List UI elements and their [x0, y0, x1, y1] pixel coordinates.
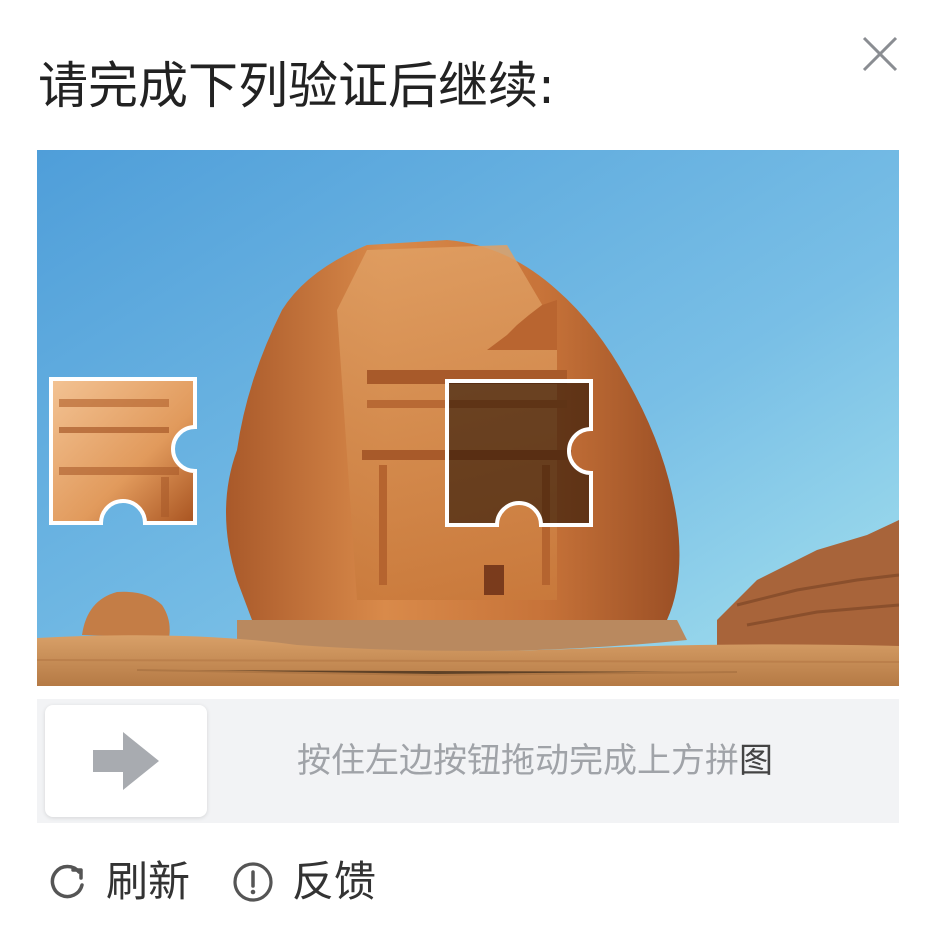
captcha-footer: 刷新 反馈: [46, 852, 418, 912]
slider-handle[interactable]: [45, 705, 207, 817]
refresh-icon: [50, 864, 84, 899]
refresh-label: 刷新: [106, 857, 191, 906]
puzzle-target-slot: [445, 379, 593, 527]
arrow-right-icon: [93, 732, 159, 790]
refresh-button[interactable]: 刷新: [46, 856, 190, 908]
slider-hint-text: 按住左边按钮拖动完成上方拼图: [297, 739, 773, 783]
close-icon[interactable]: [858, 32, 902, 76]
slider-hint-last-char: 图: [739, 741, 773, 781]
puzzle-piece[interactable]: [49, 377, 197, 525]
slider-hint-main: 按住左边按钮拖动完成上方拼: [297, 741, 739, 781]
slider-track: 按住左边按钮拖动完成上方拼图: [37, 699, 899, 823]
info-circle-icon: [233, 862, 273, 902]
feedback-label: 反馈: [292, 857, 377, 906]
dialog-title: 请完成下列验证后继续:: [38, 57, 555, 115]
captcha-image: [37, 150, 899, 686]
feedback-button[interactable]: 反馈: [232, 856, 376, 908]
captcha-dialog: 请完成下列验证后继续: 按住左边按钮拖动完成上方拼图 刷新 反馈: [0, 0, 936, 948]
